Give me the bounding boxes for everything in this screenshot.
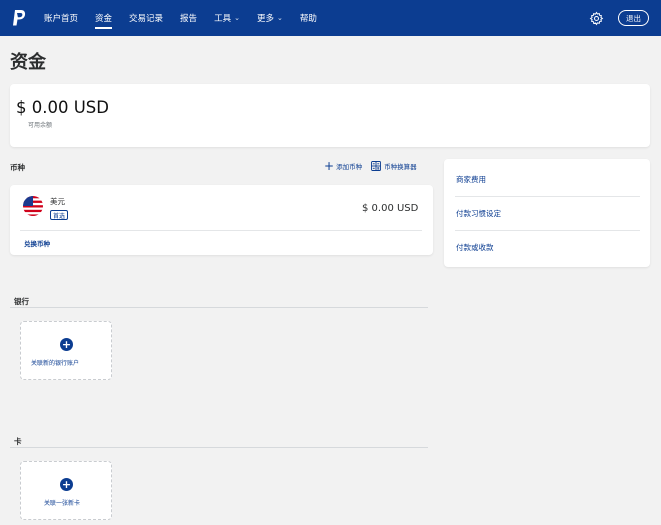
chevron-down-icon: ⌄ xyxy=(234,14,240,22)
calculator-icon xyxy=(371,161,382,171)
convert-currency-link[interactable]: 兑换币种 xyxy=(24,238,50,248)
plus-icon: + xyxy=(324,159,335,173)
side-divider xyxy=(455,196,640,197)
nav-item-label: 资金 xyxy=(95,14,113,24)
send-or-request-link[interactable]: 付款或收款 xyxy=(456,242,494,253)
chevron-down-icon: ⌄ xyxy=(276,14,283,22)
logout-button[interactable]: 退出 xyxy=(618,10,649,26)
link-bank-label: 关联新的银行账户 xyxy=(31,360,80,367)
currency-calculator-button[interactable]: 币种换算器 xyxy=(371,161,417,171)
link-bank-button[interactable]: + 关联新的银行账户 xyxy=(20,321,112,380)
currency-name: 美元 xyxy=(50,197,65,206)
nav-item-label: 工具 xyxy=(214,14,232,24)
currency-calculator-label: 币种换算器 xyxy=(384,163,417,171)
cards-heading: 卡 xyxy=(14,437,22,446)
page-title: 资金 xyxy=(10,52,46,73)
top-navigation-bar: 账户首页 资金 交易记录 报告 工具 ⌄ 更多 ⌄ 帮助 退出 xyxy=(0,0,661,36)
currency-actions: + 添加币种 币种换算器 xyxy=(324,159,417,173)
cards-divider xyxy=(10,447,428,448)
nav-item-1[interactable]: 资金 xyxy=(95,0,113,36)
nav-item-label: 账户首页 xyxy=(44,14,79,24)
balance-label: 可用余额 xyxy=(28,122,53,129)
currency-card xyxy=(10,185,433,255)
nav-item-2[interactable]: 交易记录 xyxy=(129,0,163,36)
payment-preferences-link[interactable]: 付款习惯设定 xyxy=(456,208,501,219)
merchant-fees-link[interactable]: 商家费用 xyxy=(456,174,486,185)
currency-amount: $ 0.00 USD xyxy=(362,203,419,214)
nav-item-6[interactable]: 帮助 xyxy=(300,0,317,36)
balance-amount: $ 0.00 USD xyxy=(16,98,109,117)
main-nav: 账户首页 资金 交易记录 报告 工具 ⌄ 更多 ⌄ 帮助 xyxy=(44,0,334,36)
us-flag-icon xyxy=(23,196,43,216)
gear-icon[interactable] xyxy=(589,11,604,26)
bank-divider xyxy=(10,307,428,308)
currency-divider xyxy=(20,230,422,231)
add-circle-icon: + xyxy=(60,478,73,491)
add-currency-label: 添加币种 xyxy=(336,163,363,171)
nav-item-0[interactable]: 账户首页 xyxy=(44,0,78,36)
nav-item-label: 更多 xyxy=(256,14,274,24)
currency-heading: 币种 xyxy=(10,163,25,172)
preferred-badge: 首选 xyxy=(50,210,69,220)
nav-item-label: 帮助 xyxy=(299,14,317,24)
link-card-label: 关联一张新卡 xyxy=(44,500,81,507)
add-circle-icon: + xyxy=(60,338,73,351)
nav-item-3[interactable]: 报告 xyxy=(180,0,197,36)
nav-item-4[interactable]: 工具 ⌄ xyxy=(214,0,240,36)
add-currency-button[interactable]: + 添加币种 xyxy=(324,159,363,173)
bank-heading: 银行 xyxy=(14,297,29,306)
nav-item-5[interactable]: 更多 ⌄ xyxy=(257,0,283,36)
nav-item-label: 报告 xyxy=(180,14,198,24)
side-divider xyxy=(455,230,640,231)
nav-item-label: 交易记录 xyxy=(129,14,164,24)
paypal-logo-icon[interactable] xyxy=(12,9,26,27)
link-card-button[interactable]: + 关联一张新卡 xyxy=(20,461,112,520)
